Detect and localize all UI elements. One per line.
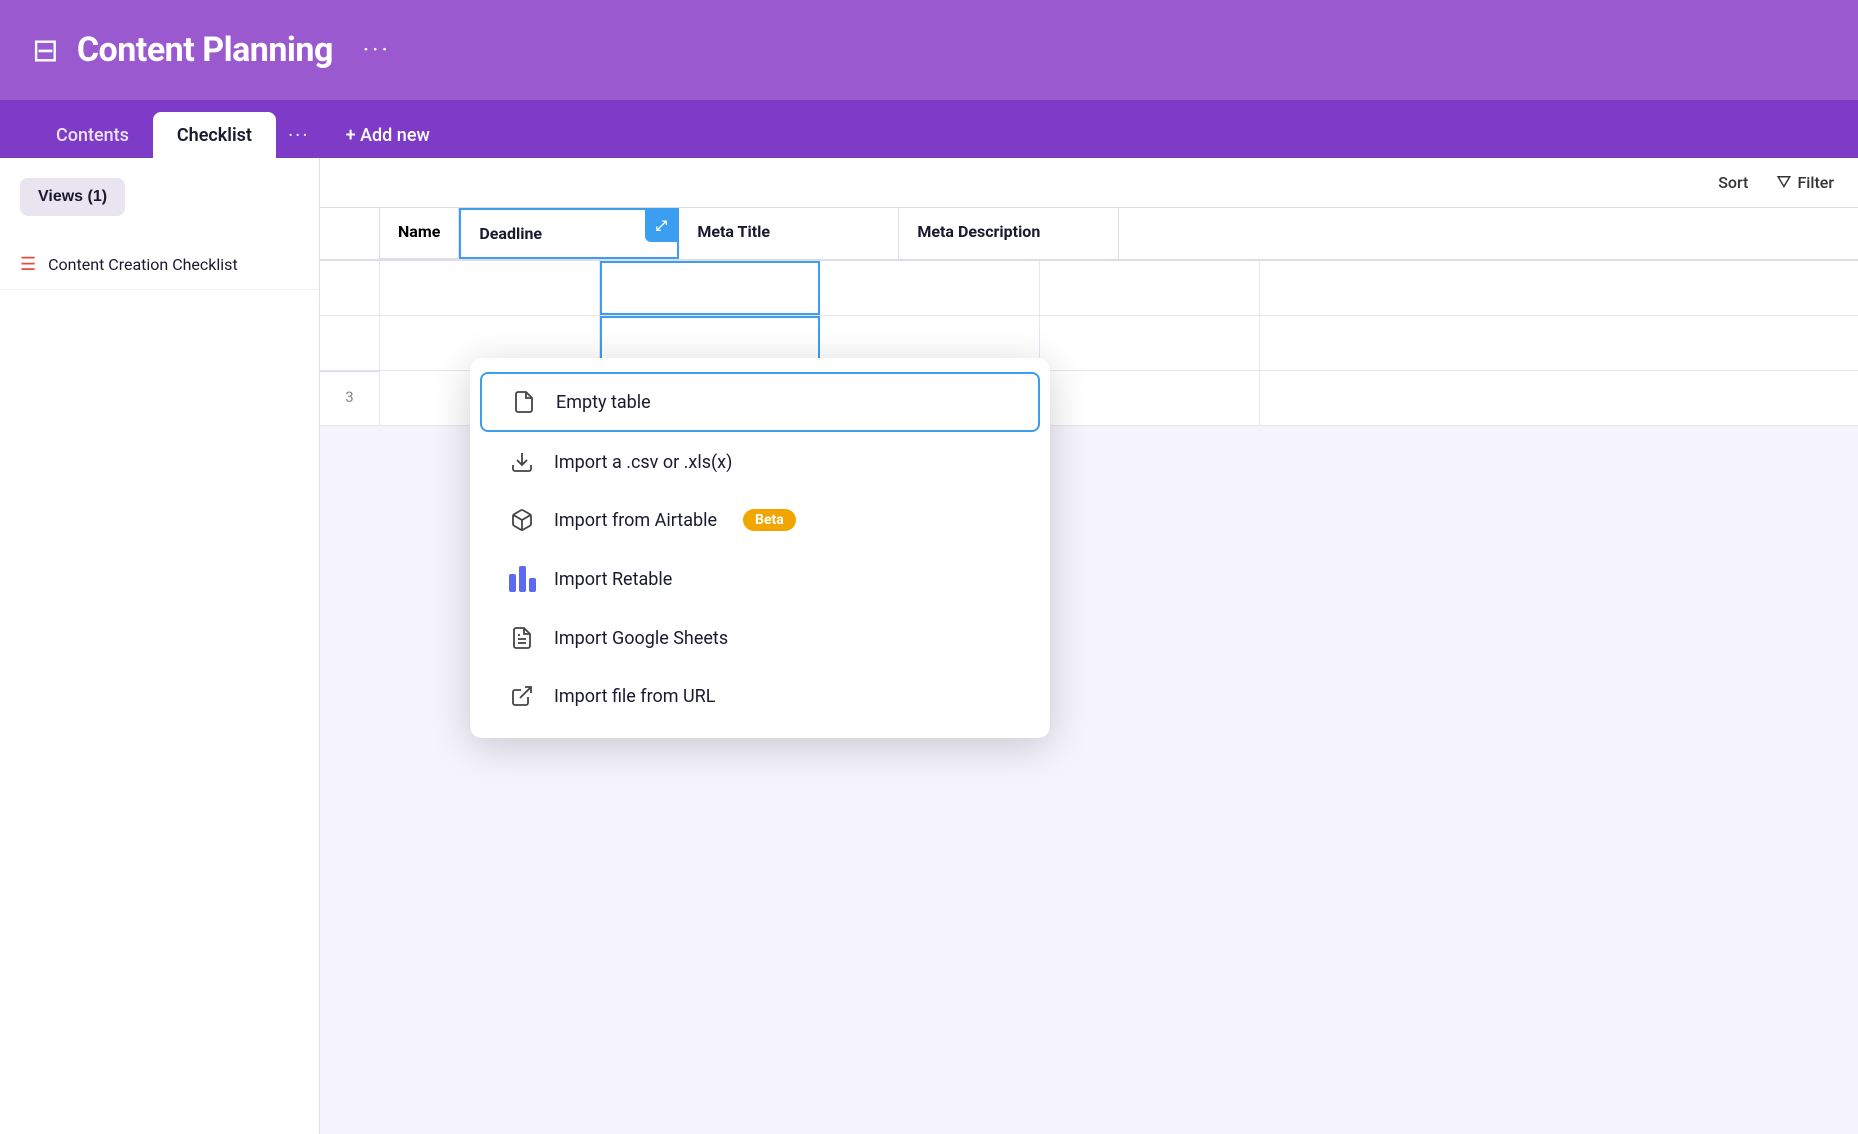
row-number <box>320 261 380 315</box>
box-icon <box>508 508 536 532</box>
sheets-icon <box>508 626 536 650</box>
dropdown-item-import-google-sheets[interactable]: Import Google Sheets <box>480 610 1040 666</box>
table-cell[interactable] <box>1040 371 1260 425</box>
column-header-row: Name Deadline ⤢ Meta Title Meta Descript… <box>320 208 1858 261</box>
dropdown-item-label: Import from Airtable <box>554 510 717 531</box>
views-button[interactable]: Views (1) <box>20 178 125 216</box>
tab-bar: Contents Checklist ··· + Add new <box>0 100 1858 158</box>
table-cell[interactable] <box>1040 316 1260 370</box>
col-header-meta-title: Meta Title <box>679 208 899 259</box>
add-new-dropdown: Empty table Import a .csv or .xls(x) <box>470 358 1050 738</box>
document-icon <box>510 390 538 414</box>
dropdown-item-label: Import Google Sheets <box>554 628 728 649</box>
dropdown-item-label: Empty table <box>556 392 651 413</box>
filter-button[interactable]: ⛛ Filter <box>1776 172 1834 193</box>
checklist-icon: ☰ <box>20 254 36 275</box>
table-row <box>320 261 1858 316</box>
col-header-deadline: Deadline ⤢ <box>459 208 679 259</box>
header-more-button[interactable]: ··· <box>363 36 391 64</box>
table-cell[interactable] <box>380 261 600 315</box>
dropdown-item-label: Import a .csv or .xls(x) <box>554 452 732 473</box>
add-new-tab-button[interactable]: + Add new <box>322 112 454 158</box>
tab-checklist[interactable]: Checklist <box>153 112 276 158</box>
dropdown-item-import-url[interactable]: Import file from URL <box>480 668 1040 724</box>
table-cell[interactable] <box>820 261 1040 315</box>
sort-button[interactable]: Sort <box>1718 173 1748 192</box>
download-icon <box>508 450 536 474</box>
dropdown-item-empty-table[interactable]: Empty table <box>480 372 1040 432</box>
sidebar: Views (1) ☰ Content Creation Checklist <box>0 158 320 1134</box>
dropdown-item-import-retable[interactable]: Import Retable <box>480 550 1040 608</box>
sidebar-item-label: Content Creation Checklist <box>48 255 238 274</box>
dropdown-item-import-csv[interactable]: Import a .csv or .xls(x) <box>480 434 1040 490</box>
table-cell[interactable] <box>600 261 820 315</box>
external-link-icon <box>508 684 536 708</box>
app-header: ⊟ Content Planning ··· <box>0 0 1858 100</box>
beta-badge: Beta <box>743 509 796 531</box>
main-content: Views (1) ☰ Content Creation Checklist S… <box>0 158 1858 1134</box>
retable-icon <box>508 566 536 592</box>
app-logo-icon: ⊟ <box>32 31 59 69</box>
expand-icon[interactable]: ⤢ <box>645 210 677 242</box>
row-number <box>320 316 380 370</box>
toolbar: Sort ⛛ Filter <box>320 158 1858 208</box>
row-number: 3 <box>320 371 380 425</box>
col-header-name: Name <box>380 208 459 259</box>
tab-contents[interactable]: Contents <box>32 112 153 158</box>
table-cell[interactable] <box>1040 261 1260 315</box>
dropdown-item-label: Import file from URL <box>554 686 715 707</box>
dropdown-item-label: Import Retable <box>554 569 672 590</box>
col-header-meta-desc: Meta Description <box>899 208 1119 259</box>
filter-icon: ⛛ <box>1776 172 1791 193</box>
sidebar-item-checklist[interactable]: ☰ Content Creation Checklist <box>0 240 319 290</box>
app-title: Content Planning <box>77 30 333 70</box>
tab-more-button[interactable]: ··· <box>276 112 322 158</box>
dropdown-item-import-airtable[interactable]: Import from Airtable Beta <box>480 492 1040 548</box>
